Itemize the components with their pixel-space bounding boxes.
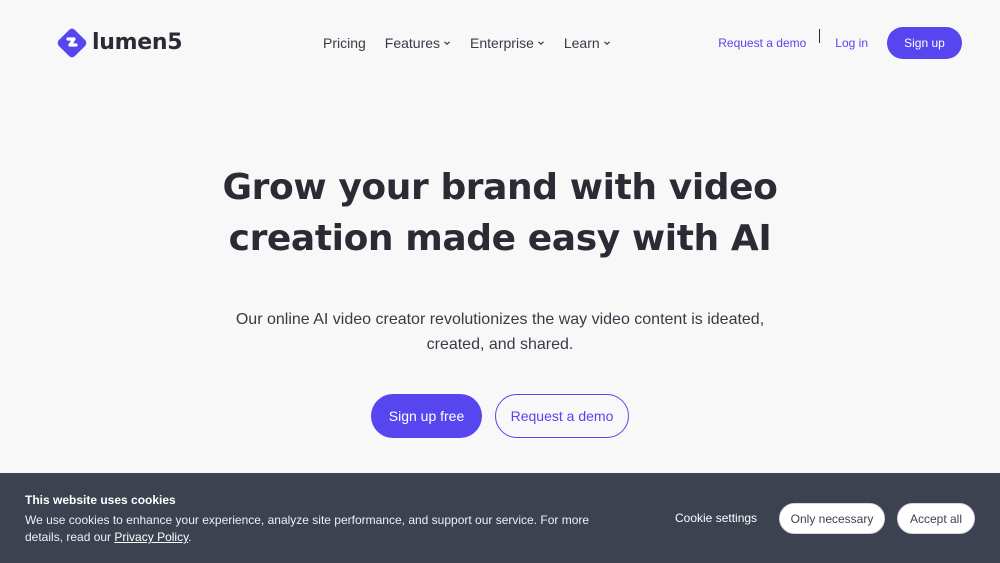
hero-subtitle-line-1: Our online AI video creator revolutioniz… <box>235 311 765 328</box>
cookie-title: This website uses cookies <box>25 493 176 507</box>
main-nav: Pricing Features Enterprise Learn <box>323 32 630 54</box>
cookie-text-end: . <box>188 530 192 544</box>
hero-title-line-2: creation made easy with AI <box>228 218 772 259</box>
cookie-text-body: We use cookies to enhance your experienc… <box>25 513 590 544</box>
nav-label: Pricing <box>323 35 366 51</box>
header-divider <box>819 29 821 43</box>
nav-item-learn[interactable]: Learn <box>564 32 611 54</box>
hero-cta-row: Sign up free Request a demo <box>371 394 629 438</box>
nav-label: Learn <box>563 35 600 51</box>
nav-item-pricing[interactable]: Pricing <box>323 32 366 54</box>
cookie-banner: This website uses cookies We use cookies… <box>0 473 1000 563</box>
chevron-down-icon <box>537 41 544 46</box>
lumen5-logo-icon <box>57 28 87 58</box>
header-actions: Request a demo Log in Sign up <box>718 27 962 59</box>
hero-subtitle: Our online AI video creator revolutioniz… <box>200 307 800 357</box>
site-header: lumen5 Pricing Features Enterprise Learn… <box>0 0 1000 86</box>
request-demo-button[interactable]: Request a demo <box>495 394 629 438</box>
signup-free-button[interactable]: Sign up free <box>371 394 482 438</box>
nav-label: Features <box>384 35 441 51</box>
login-link[interactable]: Log in <box>835 36 868 50</box>
brand-name: lumen5 <box>92 30 183 55</box>
accept-all-button[interactable]: Accept all <box>897 503 975 534</box>
only-necessary-button[interactable]: Only necessary <box>779 503 885 534</box>
hero-subtitle-line-2: created, and shared. <box>426 336 574 353</box>
brand-logo[interactable]: lumen5 <box>56 27 183 59</box>
request-demo-link[interactable]: Request a demo <box>718 36 806 50</box>
chevron-down-icon <box>603 41 610 46</box>
nav-label: Enterprise <box>470 35 534 51</box>
hero-title: Grow your brand with video creation made… <box>0 162 1000 264</box>
nav-item-features[interactable]: Features <box>385 32 451 54</box>
cookie-settings-link[interactable]: Cookie settings <box>675 511 757 525</box>
hero-title-line-1: Grow your brand with video <box>222 167 778 208</box>
chevron-down-icon <box>444 41 450 46</box>
signup-button[interactable]: Sign up <box>887 27 962 59</box>
privacy-policy-link[interactable]: Privacy Policy <box>114 530 188 544</box>
nav-item-enterprise[interactable]: Enterprise <box>470 32 545 54</box>
cookie-text: We use cookies to enhance your experienc… <box>25 512 595 546</box>
